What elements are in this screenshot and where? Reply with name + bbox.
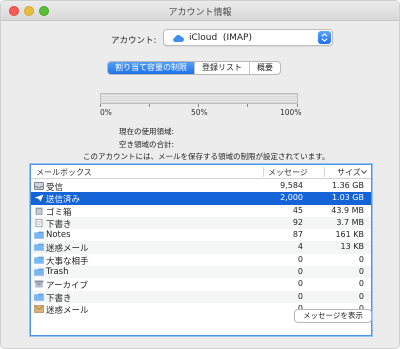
message-count: 2,000 — [280, 193, 303, 203]
folder-icon — [34, 256, 44, 264]
popup-stepper-icon — [318, 31, 331, 44]
gauge-tick — [297, 104, 298, 107]
mailbox-size: 1.36 GB — [331, 181, 364, 190]
table-row[interactable]: 大事な相手 0 0 — [31, 254, 371, 267]
message-count: 0 — [297, 291, 303, 301]
account-value: iCloud (IMAP) — [189, 33, 252, 43]
mailbox-size: 43.9 MB — [331, 205, 364, 215]
mailbox-name: 下書き — [46, 293, 72, 304]
account-popup[interactable]: iCloud (IMAP) — [163, 29, 333, 46]
junk-mail-icon — [34, 305, 44, 313]
column-separator — [263, 167, 264, 177]
mailbox-name: 受信 — [46, 183, 64, 193]
table-row[interactable]: 下書き 0 0 — [31, 290, 371, 304]
tab-quota[interactable]: 割り当て容量の制限 — [108, 62, 195, 74]
table-row[interactable]: ゴミ箱 45 43.9 MB — [31, 205, 371, 218]
gauge-track — [100, 93, 298, 104]
message-count: 4 — [297, 242, 303, 252]
table-row[interactable]: 送信済み 2,000 1.03 GB — [31, 192, 371, 206]
mailbox-size: 161 KB — [335, 230, 364, 240]
mailbox-name: Notes — [46, 230, 71, 241]
message-count: 45 — [292, 205, 303, 215]
mailbox-name: 迷惑メール — [46, 244, 89, 255]
inbox-tray-icon — [34, 182, 44, 190]
table-row[interactable]: 迷惑メール 4 13 KB — [31, 241, 371, 255]
mailbox-size: 0 — [358, 279, 364, 289]
draft-document-icon — [34, 218, 44, 227]
table-row[interactable]: アーカイブ 0 0 — [31, 278, 371, 292]
quota-note: このアカウントには、メールを保存する領域の制限が設定されています。 — [83, 152, 330, 161]
gauge-tick — [247, 104, 248, 107]
mailbox-name: 送信済み — [46, 195, 81, 206]
message-count: 0 — [297, 267, 303, 277]
mailbox-size: 0 — [358, 267, 364, 277]
total-space-label: 空き領域の合計: — [119, 140, 175, 149]
mailbox-name: 迷惑メール — [46, 305, 89, 316]
mailbox-size: 3.7 MB — [336, 217, 364, 227]
table-row[interactable]: 受信 9,584 1.36 GB — [31, 180, 371, 193]
column-separator — [324, 167, 325, 177]
mailbox-size: 1.03 GB — [331, 193, 364, 203]
message-count: 0 — [297, 254, 303, 264]
folder-icon — [34, 293, 44, 301]
current-usage-label: 現在の使用領域: — [119, 127, 175, 136]
tab-summary[interactable]: 概要 — [250, 62, 280, 74]
table-header: メールボックス メッセージ サイズ — [31, 165, 371, 179]
gauge-label-50: 50% — [191, 108, 208, 117]
message-count: 92 — [292, 217, 303, 227]
folder-icon — [34, 243, 44, 252]
account-label: アカウント: — [111, 36, 157, 46]
tab-subscriptions[interactable]: 登録リスト — [195, 62, 250, 74]
mailbox-name: ゴミ箱 — [46, 207, 72, 218]
table-row[interactable]: 下書き 92 3.7 MB — [31, 216, 371, 230]
show-messages-button[interactable]: メッセージを表示 — [294, 309, 372, 323]
mailbox-size: 13 KB — [340, 242, 364, 252]
gauge-tick — [149, 104, 150, 107]
gauge-label-0: 0% — [100, 108, 112, 117]
table-row[interactable]: Notes 87 161 KB — [31, 229, 371, 241]
mailbox-size: 0 — [358, 254, 364, 264]
title-bar: アカウント情報 — [1, 1, 399, 21]
folder-icon — [34, 268, 44, 276]
gauge-tick — [100, 104, 101, 107]
mailbox-size: 0 — [358, 291, 364, 301]
column-header-mailbox[interactable]: メールボックス — [36, 167, 92, 178]
message-count: 9,584 — [280, 181, 303, 190]
mailbox-name: 下書き — [46, 219, 72, 230]
sort-chevron-icon — [361, 170, 367, 174]
mailbox-name: Trash — [46, 267, 69, 278]
column-header-messages[interactable]: メッセージ — [268, 167, 308, 178]
mailbox-name: 大事な相手 — [46, 256, 89, 267]
cloud-icon — [173, 35, 184, 42]
trash-icon — [34, 207, 44, 215]
gauge-label-100: 100% — [280, 108, 302, 117]
account-info-window: アカウント情報 アカウント: iCloud (IMAP) 割り当て容量の制限 登… — [0, 0, 400, 349]
archive-box-icon — [34, 280, 44, 288]
window-title: アカウント情報 — [168, 8, 232, 18]
message-count: 0 — [297, 279, 303, 289]
table-row[interactable]: Trash 0 0 — [31, 266, 371, 279]
sent-paper-plane-icon — [34, 194, 44, 202]
tab-bar: 割り当て容量の制限 登録リスト 概要 — [107, 61, 281, 75]
gauge-tick — [198, 104, 199, 107]
folder-icon — [34, 231, 44, 239]
message-count: 87 — [292, 230, 303, 240]
column-header-size[interactable]: サイズ — [337, 167, 361, 178]
quota-gauge — [100, 93, 298, 107]
table-body: 受信 9,584 1.36 GB 送信済み 2,000 1.03 GB ゴミ箱 45 43.9 … — [31, 180, 371, 316]
mailbox-name: アーカイブ — [46, 281, 88, 292]
